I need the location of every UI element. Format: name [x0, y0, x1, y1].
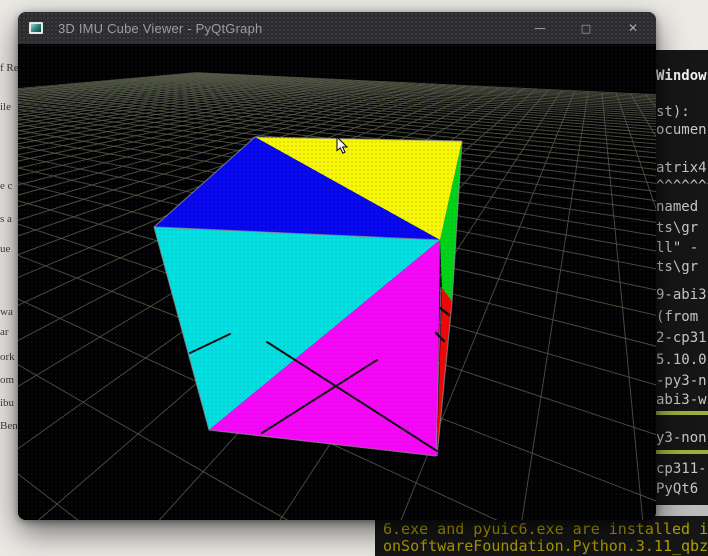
- close-button[interactable]: ✕: [616, 12, 650, 44]
- grid-line: [601, 92, 644, 520]
- doc-text-fragment: s a: [0, 213, 12, 225]
- doc-text-fragment: Ben: [0, 420, 18, 432]
- doc-text-fragment: ork: [0, 351, 15, 363]
- terminal-line: 5.10.0: [656, 352, 707, 368]
- doc-text-fragment: ue: [0, 243, 11, 255]
- scene-svg: [18, 72, 656, 520]
- terminal-line: ts\gr: [656, 259, 699, 275]
- terminal-line: ts\gr: [656, 220, 699, 236]
- doc-text-fragment: ar: [0, 326, 9, 338]
- pyqtgraph-window[interactable]: 3D IMU Cube Viewer - PyQtGraph — □ ✕: [18, 12, 656, 520]
- terminal-line: atrix4: [656, 160, 707, 176]
- screen: { "window": { "title": "3D IMU Cube View…: [0, 0, 708, 556]
- terminal-line: PyQt6: [656, 481, 699, 497]
- doc-text-fragment: e c: [0, 180, 13, 192]
- terminal-warning-line: onSoftwareFoundation.Python.3.11_qbz: [383, 537, 708, 555]
- terminal-line: st):: [656, 104, 690, 120]
- terminal-line: ^^^^^^^: [656, 178, 708, 194]
- terminal-line: y3-non: [656, 430, 707, 446]
- terminal-line: abi3-w: [656, 392, 707, 408]
- titlebar[interactable]: 3D IMU Cube Viewer - PyQtGraph — □ ✕: [18, 12, 656, 44]
- terminal-line: cp311-: [656, 461, 707, 477]
- window-title: 3D IMU Cube Viewer - PyQtGraph: [58, 20, 263, 36]
- doc-text-fragment: f Re: [0, 62, 19, 74]
- terminal-line: named: [656, 199, 699, 215]
- terminal-warning-line: 6.exe and pyuic6.exe are installed i: [383, 520, 708, 538]
- gl-viewport[interactable]: [18, 44, 656, 520]
- terminal-line: -py3-n: [656, 373, 707, 389]
- doc-text-fragment: ile: [0, 101, 11, 113]
- terminal-line: ll" -: [656, 240, 707, 256]
- doc-text-fragment: ibu: [0, 397, 15, 409]
- doc-text-fragment: om: [0, 374, 15, 386]
- terminal-scrollbar[interactable]: [647, 505, 708, 516]
- minimize-button[interactable]: —: [523, 12, 557, 44]
- window-icon: [29, 22, 43, 34]
- maximize-button[interactable]: □: [569, 12, 603, 44]
- terminal-line: 9-abi3: [656, 287, 707, 303]
- terminal-line: 2-cp31: [656, 330, 707, 346]
- terminal-line: ocumen: [656, 122, 707, 138]
- doc-text-fragment: wa: [0, 306, 13, 318]
- terminal-line: Windows: [656, 68, 708, 84]
- terminal-line: (from: [656, 309, 699, 325]
